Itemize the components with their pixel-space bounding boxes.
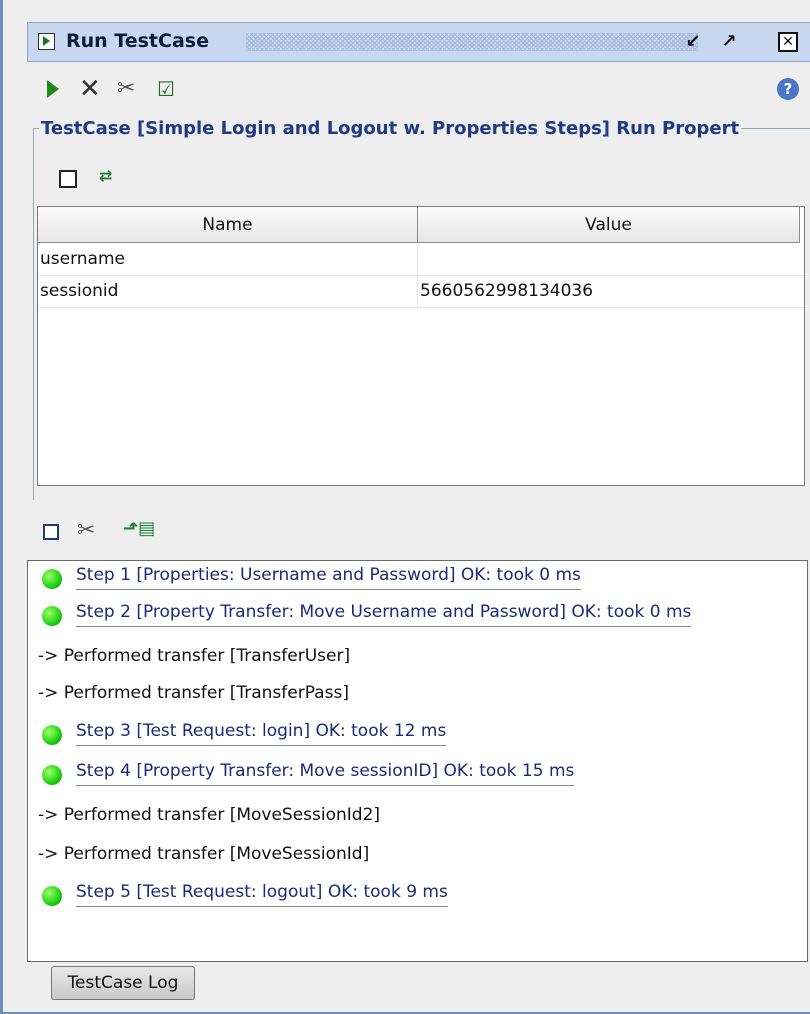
check-icon[interactable]: ☑ bbox=[157, 76, 183, 102]
checkbox-icon[interactable] bbox=[59, 170, 77, 188]
ok-status-icon bbox=[42, 725, 62, 745]
properties-table: Name Value username sessionid 5660562998… bbox=[37, 206, 805, 486]
tab-testcase-log[interactable]: TestCase Log bbox=[51, 966, 195, 1000]
options-icon[interactable]: ✂ bbox=[77, 518, 95, 543]
window-title: Run TestCase bbox=[66, 30, 209, 52]
log-info-text: -> Performed transfer [TransferUser] bbox=[38, 646, 351, 666]
close-icon[interactable]: ✕ bbox=[778, 32, 798, 52]
log-step-text[interactable]: Step 4 [Property Transfer: Move sessionI… bbox=[76, 761, 575, 786]
ok-status-icon bbox=[42, 886, 62, 906]
log-toolbar: ✂ ⬏▤ bbox=[27, 512, 327, 552]
property-value[interactable]: 5660562998134036 bbox=[418, 275, 800, 307]
title-grip[interactable] bbox=[246, 33, 698, 51]
column-header-value[interactable]: Value bbox=[418, 207, 800, 243]
log-step-text[interactable]: Step 5 [Test Request: logout] OK: took 9… bbox=[76, 882, 448, 907]
table-row[interactable]: username bbox=[38, 243, 804, 276]
log-step-text[interactable]: Step 1 [Properties: Username and Passwor… bbox=[76, 565, 581, 590]
log-step-text[interactable]: Step 2 [Property Transfer: Move Username… bbox=[76, 602, 692, 627]
log-step-text[interactable]: Step 3 [Test Request: login] OK: took 12… bbox=[76, 721, 447, 746]
help-icon[interactable]: ? bbox=[777, 78, 799, 100]
properties-group-title: TestCase [Simple Login and Logout w. Pro… bbox=[39, 118, 742, 139]
property-value[interactable] bbox=[418, 243, 800, 275]
group-border-left bbox=[33, 128, 34, 500]
run-icon[interactable] bbox=[41, 76, 67, 102]
property-name[interactable]: sessionid bbox=[38, 275, 418, 307]
ok-status-icon bbox=[42, 569, 62, 589]
testcase-log: Step 1 [Properties: Username and Passwor… bbox=[27, 560, 808, 962]
log-info-text: -> Performed transfer [MoveSessionId] bbox=[38, 844, 370, 864]
log-info-text: -> Performed transfer [TransferPass] bbox=[38, 683, 349, 703]
clear-icon[interactable] bbox=[43, 524, 59, 540]
cancel-icon[interactable]: ✕ bbox=[79, 76, 105, 102]
run-testcase-window: Run TestCase ↙ ↗ ✕ ✕ ✂ ☑ ? TestCase [Sim… bbox=[0, 0, 810, 1014]
ok-status-icon bbox=[42, 606, 62, 626]
run-testcase-icon bbox=[38, 33, 55, 50]
column-header-name[interactable]: Name bbox=[38, 207, 418, 243]
export-icon[interactable]: ⬏▤ bbox=[123, 518, 155, 539]
table-row[interactable]: sessionid 5660562998134036 bbox=[38, 275, 804, 308]
property-name[interactable]: username bbox=[38, 243, 418, 275]
ok-status-icon bbox=[42, 765, 62, 785]
transfer-icon[interactable]: ⇄ bbox=[99, 166, 112, 185]
toolbar: ✕ ✂ ☑ ? bbox=[27, 68, 810, 112]
log-info-text: -> Performed transfer [MoveSessionId2] bbox=[38, 805, 381, 825]
maximize-icon[interactable]: ↗ bbox=[718, 31, 740, 53]
title-bar: Run TestCase ↙ ↗ ✕ bbox=[27, 22, 810, 62]
options-icon[interactable]: ✂ bbox=[117, 76, 143, 102]
minimize-icon[interactable]: ↙ bbox=[682, 31, 704, 53]
table-header: Name Value bbox=[38, 207, 804, 243]
